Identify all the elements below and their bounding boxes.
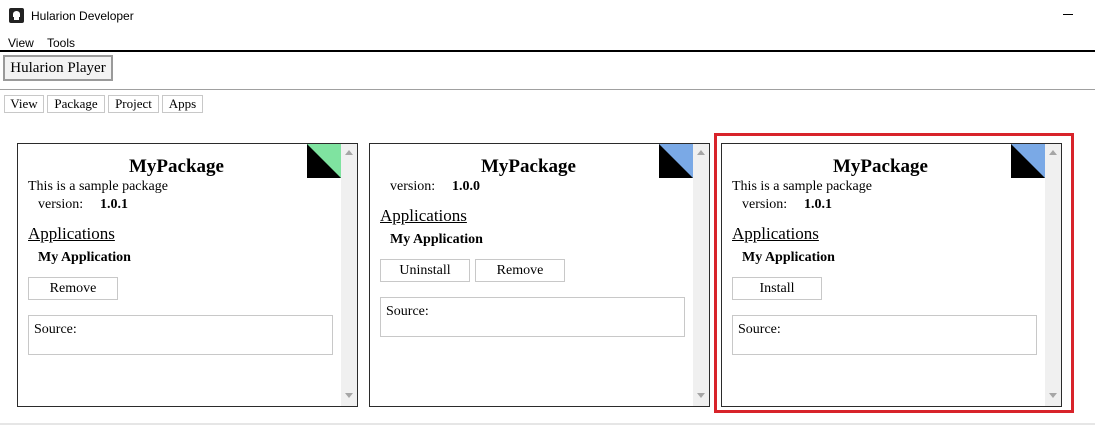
subtab-apps[interactable]: Apps [162,95,203,113]
version-value: 1.0.0 [452,179,480,194]
scroll-down-icon[interactable] [345,393,353,398]
subtab-project[interactable]: Project [108,95,159,113]
status-corner-indicator [307,144,341,178]
remove-button[interactable]: Remove [475,259,565,282]
package-card: MyPackage This is a sample package versi… [721,143,1062,407]
version-value: 1.0.1 [100,197,128,212]
version-label: version: [38,197,84,212]
minimize-icon[interactable] [1063,14,1073,15]
package-description: This is a sample package [28,179,168,194]
application-name: My Application [390,232,483,247]
subtab-package[interactable]: Package [47,95,105,113]
scroll-down-icon[interactable] [1049,393,1057,398]
package-title: MyPackage [481,156,576,177]
applications-link[interactable]: Applications [380,206,467,226]
package-title: MyPackage [833,156,928,177]
source-label: Source: [34,322,77,337]
menu-bar: View Tools [0,34,1095,50]
uninstall-button[interactable]: Uninstall [380,259,470,282]
menu-divider [0,50,1095,52]
source-label: Source: [386,304,429,319]
package-description: This is a sample package [732,179,872,194]
scroll-up-icon[interactable] [345,150,353,155]
version-label: version: [390,179,436,194]
tab-hularion-player[interactable]: Hularion Player [3,55,113,81]
package-card: MyPackage This is a sample package versi… [17,143,358,407]
menu-view[interactable]: View [8,36,34,50]
application-name: My Application [742,250,835,265]
scrollbar[interactable] [341,144,357,406]
scroll-up-icon[interactable] [1049,150,1057,155]
scrollbar[interactable] [1045,144,1061,406]
remove-button[interactable]: Remove [28,277,118,300]
source-field[interactable]: Source: [732,315,1037,355]
app-logo-icon [9,8,24,23]
version-value: 1.0.1 [804,197,832,212]
source-field[interactable]: Source: [28,315,333,355]
applications-link[interactable]: Applications [28,224,115,244]
scrollbar[interactable] [693,144,709,406]
package-card: MyPackage version: 1.0.0 Applications My… [369,143,710,407]
install-button[interactable]: Install [732,277,822,300]
title-bar: Hularion Developer [0,0,1095,33]
window-title: Hularion Developer [31,9,134,23]
source-field[interactable]: Source: [380,297,685,337]
subtab-view[interactable]: View [4,95,44,113]
tab-divider [0,89,1095,90]
application-name: My Application [38,250,131,265]
scroll-down-icon[interactable] [697,393,705,398]
scroll-up-icon[interactable] [697,150,705,155]
status-corner-indicator [659,144,693,178]
source-label: Source: [738,322,781,337]
package-title: MyPackage [129,156,224,177]
version-label: version: [742,197,788,212]
status-corner-indicator [1011,144,1045,178]
menu-tools[interactable]: Tools [47,36,75,50]
applications-link[interactable]: Applications [732,224,819,244]
